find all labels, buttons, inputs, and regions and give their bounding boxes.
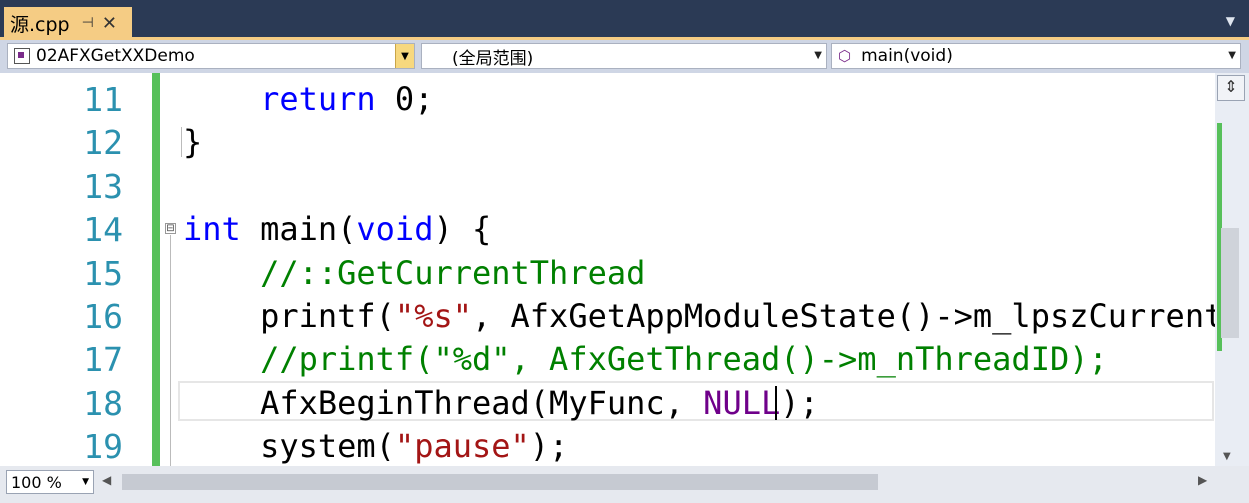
vertical-scroll-thumb[interactable]	[1221, 228, 1239, 338]
text-caret	[775, 386, 777, 420]
chevron-down-icon[interactable]: ▼	[395, 44, 414, 68]
close-icon[interactable]: ✕	[102, 13, 117, 34]
line-number: 15	[83, 254, 123, 293]
line-number: 16	[83, 297, 123, 336]
chevron-down-icon[interactable]: ▼	[82, 477, 89, 487]
line-number: 13	[83, 167, 123, 206]
zoom-dropdown[interactable]: 100 % ▼	[6, 470, 94, 494]
line-number: 17	[83, 340, 123, 379]
code-line-12: }	[183, 123, 203, 161]
function-dropdown[interactable]: ⬡ main(void) ▼	[831, 43, 1241, 69]
tab-source-cpp[interactable]: 源.cpp ⊣ ✕	[4, 7, 132, 39]
change-tracking-bar	[152, 73, 160, 466]
code-line-15: //::GetCurrentThread	[260, 254, 646, 292]
outline-guide	[181, 127, 182, 157]
code-line-16: printf("%s", AfxGetAppModuleState()->m_l…	[260, 297, 1215, 335]
line-number: 18	[83, 384, 123, 423]
scroll-right-icon[interactable]: ▶	[1198, 473, 1207, 487]
code-line-18: AfxBeginThread(MyFunc, NULL);	[260, 384, 819, 422]
code-line-17: //printf("%d", AfxGetThread()->m_nThread…	[260, 340, 1108, 378]
collapse-icon[interactable]: ⊟	[165, 223, 176, 234]
zoom-level: 100 %	[11, 472, 62, 492]
tab-title: 源.cpp	[10, 13, 70, 36]
project-name: 02AFXGetXXDemo	[36, 46, 195, 66]
scope-label: (全局范围)	[452, 48, 534, 69]
code-line-14: int main(void) {	[183, 210, 492, 248]
navigation-bar: 02AFXGetXXDemo ▼ (全局范围) ▼ ⬡ main(void) ▼	[0, 40, 1249, 73]
line-number: 19	[83, 427, 123, 466]
line-number: 14	[83, 210, 123, 249]
document-tab-strip: 源.cpp ⊣ ✕ ▼	[0, 0, 1249, 39]
pin-icon[interactable]: ⊣	[82, 15, 94, 31]
chevron-down-icon[interactable]: ▼	[814, 50, 822, 61]
editor-bottom-bar: 100 % ▼ ◀ ▶	[0, 466, 1249, 503]
split-window-icon[interactable]: ⇕	[1217, 75, 1245, 101]
scroll-down-icon[interactable]: ▼	[1223, 451, 1231, 462]
vertical-scrollbar[interactable]: ⇕ ▼	[1215, 73, 1249, 466]
function-label: main(void)	[861, 46, 953, 66]
horizontal-scroll-thumb[interactable]	[122, 474, 878, 490]
chevron-down-icon[interactable]: ▼	[1228, 50, 1236, 61]
line-number: 12	[83, 123, 123, 162]
scroll-left-icon[interactable]: ◀	[102, 473, 111, 487]
method-icon: ⬡	[838, 47, 852, 65]
outline-guide	[170, 235, 171, 466]
tab-dropdown-icon[interactable]: ▼	[1226, 14, 1235, 28]
project-icon	[14, 48, 30, 64]
code-line-19: system("pause");	[260, 427, 569, 465]
project-dropdown[interactable]: 02AFXGetXXDemo ▼	[7, 43, 415, 69]
scope-dropdown[interactable]: (全局范围) ▼	[421, 43, 827, 69]
indicator-margin	[0, 73, 33, 466]
code-editor[interactable]: 11 12 13 14 15 16 17 18 19 ⊟ return 0; }…	[0, 73, 1215, 466]
code-line-11: return 0;	[260, 80, 434, 118]
line-number: 11	[83, 80, 123, 119]
